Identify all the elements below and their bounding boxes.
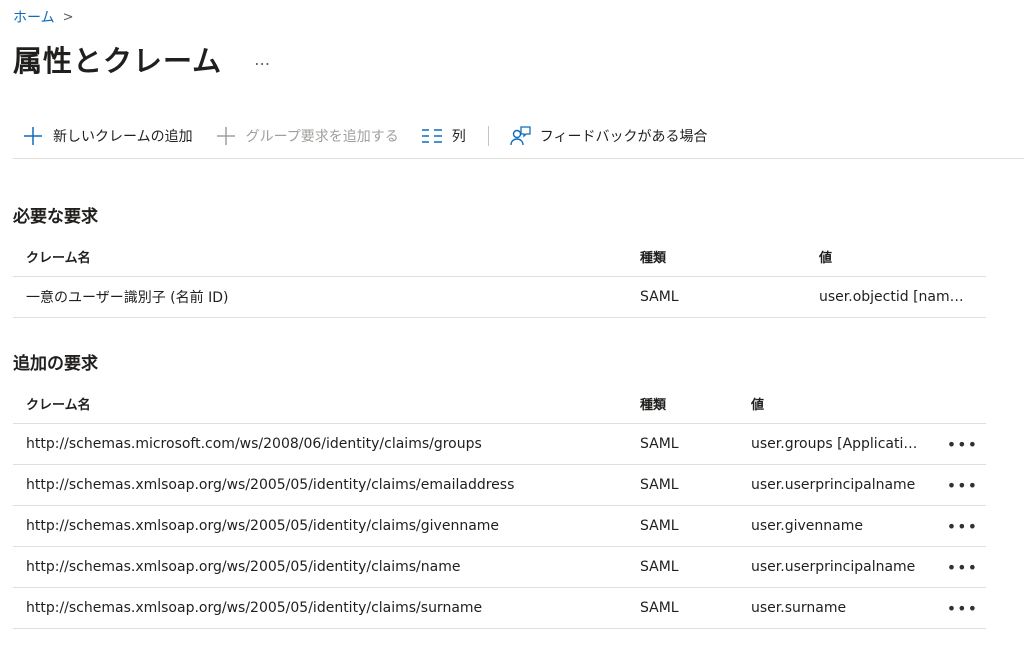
claim-type-cell: SAML <box>640 436 679 452</box>
claim-value-cell: user.objectid [nam… <box>819 289 964 305</box>
additional-claims-grid: クレーム名 種類 値 http://schemas.microsoft.com/… <box>13 383 986 629</box>
claim-name-cell: http://schemas.xmlsoap.org/ws/2005/05/id… <box>26 518 500 534</box>
row-more-options-button[interactable]: ••• <box>947 547 978 587</box>
breadcrumb: ホーム > <box>13 7 74 27</box>
table-row[interactable]: http://schemas.xmlsoap.org/ws/2005/05/id… <box>13 588 986 629</box>
page-title: 属性とクレーム <box>13 44 223 78</box>
breadcrumb-home-link[interactable]: ホーム <box>13 7 55 27</box>
add-group-claim-button[interactable]: グループ要求を追加する <box>215 125 399 147</box>
required-claims-title: 必要な要求 <box>13 207 98 227</box>
table-row[interactable]: http://schemas.microsoft.com/ws/2008/06/… <box>13 424 986 465</box>
additional-claims-title: 追加の要求 <box>13 354 98 374</box>
toolbar-divider <box>487 126 489 146</box>
claim-name-cell: http://schemas.xmlsoap.org/ws/2005/05/id… <box>26 477 515 493</box>
claim-value-cell: user.userprincipalname <box>751 559 916 575</box>
plus-icon <box>22 125 44 147</box>
column-header-value[interactable]: 値 <box>819 236 832 276</box>
add-claim-button[interactable]: 新しいクレームの追加 <box>22 125 193 147</box>
columns-icon <box>421 125 443 147</box>
claim-name-cell: http://schemas.xmlsoap.org/ws/2005/05/id… <box>26 600 483 616</box>
table-row[interactable]: 一意のユーザー識別子 (名前 ID) SAML user.objectid [n… <box>13 277 986 318</box>
claim-name-cell: http://schemas.microsoft.com/ws/2008/06/… <box>26 436 482 452</box>
more-options-button[interactable]: … <box>254 50 271 69</box>
command-bar: 新しいクレームの追加 グループ要求を追加する 列 フィードバックがある場合 <box>13 114 1024 159</box>
row-more-options-button[interactable]: ••• <box>947 465 978 505</box>
row-more-options-button[interactable]: ••• <box>947 424 978 464</box>
feedback-label: フィードバックがある場合 <box>539 129 708 145</box>
feedback-person-icon <box>509 125 531 147</box>
claim-type-cell: SAML <box>640 289 679 305</box>
title-row: 属性とクレーム … <box>13 38 271 80</box>
column-header-type[interactable]: 種類 <box>640 383 666 423</box>
plus-icon <box>215 125 237 147</box>
claim-value-cell: user.groups [Applicati… <box>751 436 918 452</box>
columns-label: 列 <box>451 129 466 145</box>
feedback-button[interactable]: フィードバックがある場合 <box>509 125 708 147</box>
claim-name-cell: 一意のユーザー識別子 (名前 ID) <box>26 290 229 306</box>
column-header-value[interactable]: 値 <box>751 383 764 423</box>
claim-value-cell: user.userprincipalname <box>751 477 916 493</box>
add-group-claim-label: グループ要求を追加する <box>245 129 399 145</box>
column-header-type[interactable]: 種類 <box>640 236 666 276</box>
row-more-options-button[interactable]: ••• <box>947 588 978 628</box>
chevron-right-icon: > <box>62 9 74 25</box>
columns-button[interactable]: 列 <box>421 125 466 147</box>
column-header-claim-name[interactable]: クレーム名 <box>26 236 91 276</box>
column-header-claim-name[interactable]: クレーム名 <box>26 383 91 423</box>
grid-header-row: クレーム名 種類 値 <box>13 383 986 424</box>
claim-type-cell: SAML <box>640 477 679 493</box>
claim-type-cell: SAML <box>640 518 679 534</box>
claim-type-cell: SAML <box>640 559 679 575</box>
claim-name-cell: http://schemas.xmlsoap.org/ws/2005/05/id… <box>26 559 461 575</box>
required-claims-grid: クレーム名 種類 値 一意のユーザー識別子 (名前 ID) SAML user.… <box>13 236 986 318</box>
row-more-options-button[interactable]: ••• <box>947 506 978 546</box>
table-row[interactable]: http://schemas.xmlsoap.org/ws/2005/05/id… <box>13 547 986 588</box>
grid-header-row: クレーム名 種類 値 <box>13 236 986 277</box>
table-row[interactable]: http://schemas.xmlsoap.org/ws/2005/05/id… <box>13 465 986 506</box>
add-claim-label: 新しいクレームの追加 <box>53 129 193 145</box>
claim-type-cell: SAML <box>640 600 679 616</box>
claim-value-cell: user.givenname <box>751 518 863 534</box>
claim-value-cell: user.surname <box>751 600 847 616</box>
table-row[interactable]: http://schemas.xmlsoap.org/ws/2005/05/id… <box>13 506 986 547</box>
